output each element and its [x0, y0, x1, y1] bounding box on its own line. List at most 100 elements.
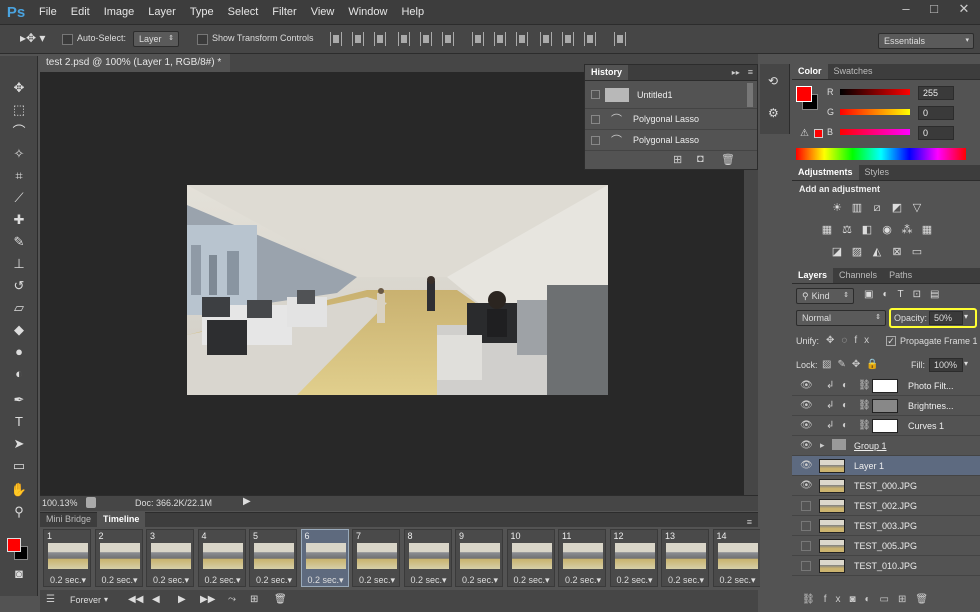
- loop-option[interactable]: Forever: [70, 595, 101, 605]
- frame-delay-dropdown[interactable]: 0.2 sec.▾: [405, 575, 453, 586]
- history-brush-tool-icon[interactable]: ↺: [9, 276, 29, 296]
- channel-mixer-icon[interactable]: ⁂: [900, 223, 914, 237]
- timeline-frame[interactable]: 7 0.2 sec.▾: [352, 529, 400, 587]
- distribute-top-icon[interactable]: [472, 32, 484, 46]
- align-bottom-icon[interactable]: [374, 32, 386, 46]
- status-menu-arrow-icon[interactable]: ▶: [243, 496, 251, 507]
- history-scrollbar[interactable]: [747, 83, 753, 107]
- black-white-icon[interactable]: ◧: [860, 223, 874, 237]
- frame-delay-dropdown[interactable]: 0.2 sec.▾: [96, 575, 144, 586]
- menu-image[interactable]: Image: [97, 0, 142, 24]
- frame-delay-dropdown[interactable]: 0.2 sec.▾: [44, 575, 92, 586]
- tab-swatches[interactable]: Swatches: [828, 64, 879, 79]
- opacity-slider-arrow-icon[interactable]: ▾: [964, 312, 968, 321]
- layer-row[interactable]: 👁 ↲ ◐ ⛓ Photo Filt...: [792, 376, 980, 396]
- lasso-tool-icon[interactable]: ⌒: [9, 122, 29, 142]
- blend-mode-dropdown[interactable]: Normal ⇕: [796, 310, 886, 326]
- document-image[interactable]: [187, 185, 608, 395]
- workspace-dropdown[interactable]: Essentials ▾: [878, 33, 974, 49]
- align-hcenter-icon[interactable]: [420, 32, 432, 46]
- visibility-toggle[interactable]: [801, 521, 811, 531]
- color-lookup-icon[interactable]: ▦: [920, 223, 934, 237]
- tab-channels[interactable]: Channels: [833, 268, 883, 283]
- color-spectrum[interactable]: [796, 148, 966, 160]
- path-selection-tool-icon[interactable]: ➤: [9, 434, 29, 454]
- frame-delay-dropdown[interactable]: 0.2 sec.▾: [302, 575, 350, 586]
- history-checkbox[interactable]: [591, 135, 600, 145]
- menu-type[interactable]: Type: [183, 0, 221, 24]
- timeline-frame[interactable]: 9 0.2 sec.▾: [455, 529, 503, 587]
- tab-mini-bridge[interactable]: Mini Bridge: [40, 512, 97, 527]
- collapse-panel-icon[interactable]: ▸▸: [728, 65, 744, 80]
- exposure-icon[interactable]: ◩: [890, 201, 904, 215]
- layer-filter-dropdown[interactable]: ⚲ Kind ⇕: [796, 288, 854, 304]
- layer-row[interactable]: 👁 ▸ Group 1: [792, 436, 980, 456]
- photo-filter-icon[interactable]: ◉: [880, 223, 894, 237]
- layers-footer-icons[interactable]: ⛓fx◙◐▭⊞🗑: [802, 594, 937, 605]
- red-value-input[interactable]: 255: [918, 86, 954, 100]
- green-value-input[interactable]: 0: [918, 106, 954, 120]
- layer-row[interactable]: 👁 TEST_000.JPG: [792, 476, 980, 496]
- magic-wand-tool-icon[interactable]: ✧: [9, 144, 29, 164]
- frame-delay-dropdown[interactable]: 0.2 sec.▾: [662, 575, 710, 586]
- healing-brush-tool-icon[interactable]: ✚: [9, 210, 29, 230]
- auto-align-icon[interactable]: [614, 32, 626, 46]
- frame-delay-dropdown[interactable]: 0.2 sec.▾: [353, 575, 401, 586]
- layer-row[interactable]: 👁 ↲ ◐ ⛓ Curves 1: [792, 416, 980, 436]
- vibrance-icon[interactable]: ▽: [910, 201, 924, 215]
- duplicate-frame-icon[interactable]: ⊞: [250, 594, 258, 605]
- trash-icon[interactable]: 🗑: [721, 153, 735, 166]
- pen-tool-icon[interactable]: ✒: [9, 390, 29, 410]
- timeline-frame[interactable]: 4 0.2 sec.▾: [197, 529, 246, 587]
- layer-row[interactable]: 👁 Layer 1: [792, 456, 980, 476]
- paint-bucket-tool-icon[interactable]: ◆: [9, 320, 29, 340]
- frame-delay-dropdown[interactable]: 0.2 sec.▾: [508, 575, 556, 586]
- marquee-tool-icon[interactable]: ⬚: [9, 100, 29, 120]
- align-right-icon[interactable]: [442, 32, 454, 46]
- dodge-tool-icon[interactable]: ◐: [9, 364, 29, 384]
- convert-timeline-icon[interactable]: ☰: [46, 594, 55, 605]
- history-panel-icon[interactable]: ⟲: [768, 74, 778, 88]
- gradient-map-icon[interactable]: ▭: [910, 245, 924, 259]
- tab-timeline[interactable]: Timeline: [97, 512, 146, 527]
- hand-tool-icon[interactable]: ✋: [9, 480, 29, 500]
- brightness-contrast-icon[interactable]: ☀: [830, 201, 844, 215]
- distribute-left-icon[interactable]: [540, 32, 552, 46]
- color-balance-icon[interactable]: ⚖: [840, 223, 854, 237]
- tab-layers[interactable]: Layers: [792, 268, 834, 283]
- blue-channel-row[interactable]: B 0: [792, 126, 980, 140]
- history-checkbox[interactable]: [591, 114, 600, 124]
- frame-delay-dropdown[interactable]: 0.2 sec.▾: [559, 575, 607, 586]
- selective-color-icon[interactable]: ⊠: [890, 245, 904, 259]
- posterize-icon[interactable]: ▨: [850, 245, 864, 259]
- move-tool-preset-icon[interactable]: ▸✥ ▾: [20, 31, 45, 45]
- foreground-color-swatch[interactable]: [7, 538, 21, 552]
- eye-icon[interactable]: 👁: [800, 460, 813, 472]
- menu-file[interactable]: File: [32, 0, 64, 24]
- hue-saturation-icon[interactable]: ▦: [820, 223, 834, 237]
- panel-menu-icon[interactable]: ≡: [741, 517, 758, 527]
- eyedropper-tool-icon[interactable]: ⟋: [9, 188, 29, 208]
- distribute-right-icon[interactable]: [584, 32, 596, 46]
- timeline-frame[interactable]: 5 0.2 sec.▾: [249, 529, 297, 587]
- eye-icon[interactable]: 👁: [800, 420, 813, 432]
- invert-icon[interactable]: ◪: [830, 245, 844, 259]
- type-tool-icon[interactable]: T: [9, 412, 29, 432]
- visibility-toggle[interactable]: [801, 541, 811, 551]
- snapshot-camera-icon[interactable]: ◘: [697, 153, 704, 165]
- chevron-down-icon[interactable]: ▾: [104, 595, 108, 604]
- menu-view[interactable]: View: [304, 0, 342, 24]
- eye-icon[interactable]: 👁: [800, 480, 813, 492]
- trash-icon[interactable]: 🗑: [274, 594, 287, 605]
- tab-styles[interactable]: Styles: [859, 165, 896, 180]
- menu-layer[interactable]: Layer: [141, 0, 183, 24]
- eye-icon[interactable]: 👁: [800, 380, 813, 392]
- green-channel-row[interactable]: G 0: [792, 106, 980, 120]
- history-item[interactable]: ⌒ Polygonal Lasso: [585, 109, 757, 130]
- visibility-toggle[interactable]: [801, 561, 811, 571]
- next-frame-icon[interactable]: ▶▶: [200, 594, 215, 605]
- play-icon[interactable]: ▶: [178, 594, 186, 605]
- auto-select-checkbox[interactable]: [62, 34, 73, 45]
- distribute-bottom-icon[interactable]: [516, 32, 528, 46]
- curves-icon[interactable]: ⧄: [870, 201, 884, 215]
